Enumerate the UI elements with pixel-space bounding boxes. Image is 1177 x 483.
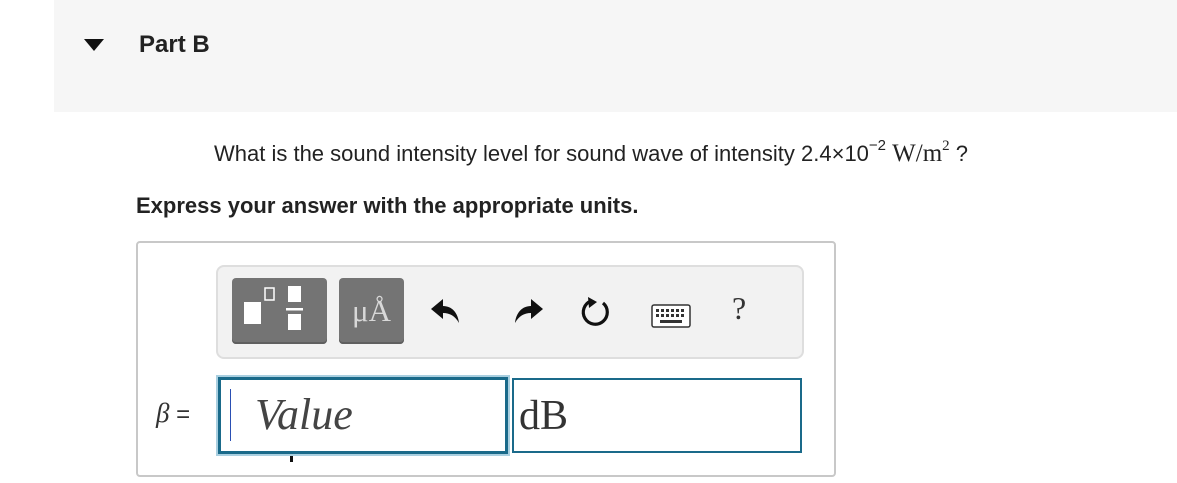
question-mantissa: 2.4 bbox=[800, 141, 832, 166]
answer-variable-label: β = bbox=[156, 398, 190, 429]
question-base: 10 bbox=[844, 141, 869, 166]
part-header[interactable] bbox=[54, 0, 1177, 112]
question-unit-exponent: 2 bbox=[942, 138, 950, 154]
question-text: What is the sound intensity level for so… bbox=[214, 137, 969, 168]
question-exponent: −2 bbox=[868, 137, 887, 154]
equals-sign: = bbox=[169, 401, 191, 428]
templates-icon bbox=[244, 286, 303, 330]
text-caret bbox=[230, 389, 231, 441]
help-button[interactable]: ? bbox=[732, 290, 746, 327]
units-value: dB bbox=[519, 393, 569, 439]
keyboard-icon[interactable] bbox=[651, 304, 691, 328]
undo-icon[interactable] bbox=[430, 296, 464, 326]
question-unit-main: W/m bbox=[892, 140, 943, 167]
instruction-text: Express your answer with the appropriate… bbox=[136, 193, 639, 218]
question-text-before: What is the sound intensity level for so… bbox=[214, 141, 801, 166]
reset-icon[interactable] bbox=[579, 295, 613, 329]
collapse-triangle-icon[interactable] bbox=[84, 39, 104, 51]
mouse-cursor-mark bbox=[290, 456, 293, 462]
beta-symbol: β bbox=[156, 398, 170, 428]
question-times: × bbox=[831, 141, 845, 166]
question-text-after: ? bbox=[949, 141, 969, 166]
value-placeholder: Value bbox=[255, 390, 353, 439]
templates-button[interactable] bbox=[232, 278, 327, 344]
redo-icon[interactable] bbox=[510, 296, 544, 326]
question-unit: W/m2 bbox=[892, 138, 950, 168]
units-button[interactable]: μÅ bbox=[339, 278, 404, 344]
part-title[interactable]: Part B bbox=[139, 31, 210, 59]
